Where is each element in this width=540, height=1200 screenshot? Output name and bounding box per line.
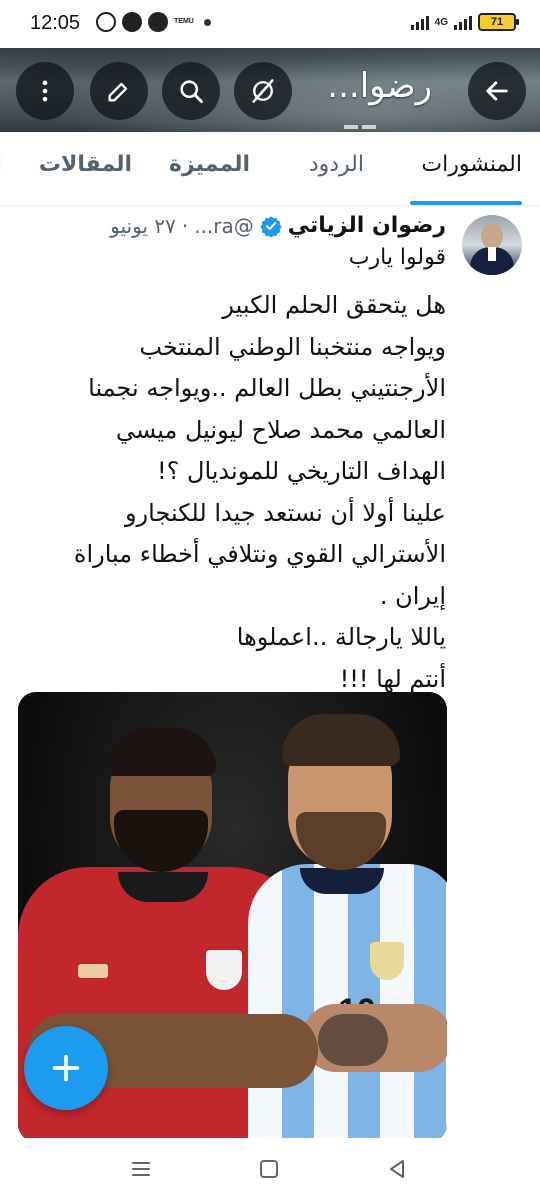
temu-label: TEMU (174, 18, 194, 25)
messenger-icon (148, 12, 168, 32)
tab-articles[interactable]: المقالات (39, 152, 132, 177)
author-name[interactable]: رضوان الزياتي (288, 213, 446, 238)
recents-icon (132, 1162, 150, 1176)
signal-icon (410, 14, 429, 30)
home-icon (260, 1160, 278, 1178)
grok-button[interactable] (234, 62, 292, 120)
plus-icon (52, 1054, 80, 1082)
author-handle[interactable]: @ra... (194, 214, 254, 238)
tweet-line: الأرجنتيني بطل العالم ..ويواجه نجمنا (88, 374, 446, 402)
battery-level: 71 (490, 16, 504, 28)
network-type: 4G (434, 16, 448, 28)
verified-badge-icon (260, 215, 282, 237)
more-notifications-dot-icon (203, 18, 211, 26)
tweet-body: هل يتحقق الحلم الكبير ويواجه منتخبنا الو… (16, 285, 446, 700)
header-title: رضوا... (327, 66, 432, 106)
tweet-line: الهداف التاريخي للمونديال ؟! (157, 457, 446, 485)
tweet-line: علينا أولا أن نستعد جيدا للكنجارو (124, 498, 446, 527)
system-nav-bar (0, 1138, 540, 1200)
back-button[interactable] (468, 62, 526, 120)
tab-highlights[interactable]: المميزة (169, 152, 250, 177)
tweet-header: رضوان الزياتي @ra... · ٢٧ يونيو (110, 213, 446, 238)
tweet-line: إيران . (379, 581, 446, 610)
grok-icon (252, 79, 274, 103)
status-indicators: 4G 71 (410, 13, 519, 31)
whatsapp-icon (96, 12, 116, 32)
avatar[interactable] (462, 215, 522, 275)
temu-icon: TEMU (174, 18, 194, 26)
tweet-date[interactable]: ٢٧ يونيو (110, 214, 176, 238)
profile-header: رضوا... (0, 48, 540, 132)
search-button[interactable] (162, 62, 220, 120)
active-tab-indicator (410, 201, 522, 205)
tweet-line: هل يتحقق الحلم الكبير (222, 291, 446, 319)
nav-back-button[interactable] (382, 1154, 412, 1184)
tweet[interactable]: رضوان الزياتي @ra... · ٢٧ يونيو قولوا يا… (0, 207, 540, 1142)
facebook-icon (122, 12, 142, 32)
search-icon (180, 80, 203, 103)
tab-media[interactable]: ا (0, 152, 2, 177)
edit-icon (108, 82, 128, 102)
edit-button[interactable] (90, 62, 148, 120)
tweet-line: ياللا يارجالة ..اعملوها (236, 623, 446, 651)
header-subtitle-blur (340, 114, 400, 129)
tab-posts[interactable]: المنشورات (421, 152, 522, 177)
status-time: 12:05 (30, 12, 81, 34)
back-icon (390, 1160, 404, 1178)
home-button[interactable] (254, 1154, 284, 1184)
back-arrow-icon (486, 81, 508, 101)
compose-button[interactable] (24, 1026, 108, 1110)
tab-replies[interactable]: الردود (309, 152, 364, 177)
recents-button[interactable] (126, 1154, 156, 1184)
status-bar: 12:05 TEMU 4G 71 (0, 0, 540, 48)
battery-icon: 71 (478, 13, 519, 31)
profile-tabs: المنشورات الردود المميزة المقالات ا (0, 132, 540, 206)
meta-separator: · (181, 213, 189, 238)
signal-icon-2 (454, 14, 472, 30)
more-icon (42, 80, 48, 102)
tweet-line: ويواجه منتخبنا الوطني المنتخب (139, 332, 446, 361)
tweet-line: العالمي محمد صلاح ليونيل ميسي (115, 415, 446, 444)
tweet-line: الأسترالي القوي ونتلافي أخطاء مباراة (73, 540, 446, 568)
tweet-first-line: قولوا يارب (348, 245, 446, 270)
notification-icons: TEMU (96, 12, 211, 32)
more-button[interactable] (16, 62, 74, 120)
